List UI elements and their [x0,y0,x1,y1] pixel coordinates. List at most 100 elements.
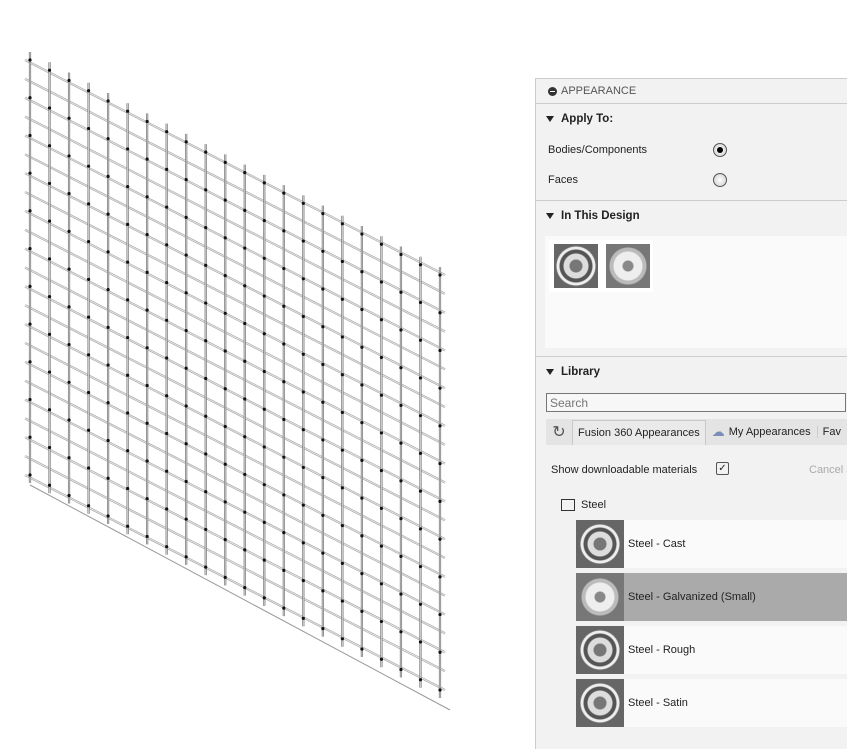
lattice-node [438,612,442,617]
lattice-node [47,445,52,450]
apply-to-section-header[interactable]: Apply To: [536,104,847,134]
lattice-node [438,386,442,390]
lattice-node [28,58,32,62]
lattice-node [301,579,305,583]
library-item-label: Steel - Satin [628,697,688,709]
lattice-node [28,209,32,213]
library-item[interactable]: Steel - Rough [576,626,847,674]
lattice-node [301,314,305,319]
lattice-node [204,414,208,418]
lattice-node [262,218,266,223]
lattice-node [126,411,130,415]
3d-viewport-lattice[interactable] [0,0,530,741]
library-search-input[interactable] [546,393,846,412]
collapse-icon[interactable] [548,86,557,96]
cancel-all-link[interactable]: Cancel a [809,464,847,476]
lattice-node [399,252,403,257]
lattice-node [360,571,364,576]
lattice-node [47,68,52,72]
lattice-node [184,479,188,484]
panel-header[interactable]: APPEARANCE [536,79,847,104]
lattice-node [321,589,325,593]
lattice-node [321,626,325,631]
lattice-node [165,167,169,171]
lattice-node [145,459,149,463]
lattice-node [340,259,344,264]
show-downloadable-checkbox[interactable]: ✓ [716,462,729,475]
lattice-node [243,284,247,288]
lattice-node [126,449,130,453]
lattice-node [360,270,364,274]
lattice-node [86,277,91,281]
lattice-node [28,171,32,175]
lattice-node [399,366,403,370]
lattice-node [106,438,110,443]
refresh-icon[interactable]: ↻ [546,422,572,442]
lattice-node [184,555,188,559]
lattice-node [67,342,71,347]
lattice-node [204,452,208,456]
lattice-node [321,513,325,517]
lattice-node [379,318,384,322]
lattice-node [106,99,110,103]
lattice-node [321,400,325,404]
lattice-node [204,527,208,532]
lattice-node [262,369,266,374]
lattice-node [47,219,52,223]
lattice-node [340,297,344,301]
lattice-node [340,486,344,490]
lattice-node [204,150,208,154]
lattice-node [86,428,91,432]
lattice-node [106,476,110,480]
lattice-node [301,390,305,394]
lattice-node [243,397,247,401]
lattice-node [399,667,403,672]
lattice-node [106,287,110,292]
in-this-design-section-header[interactable]: In This Design [536,201,847,231]
folder-steel[interactable]: Steel [581,499,606,511]
lattice-node [418,338,423,342]
tab-my-appearances[interactable]: My Appearances [725,426,818,438]
lattice-node [438,650,442,654]
lattice-node [67,229,71,233]
library-item[interactable]: Steel - Galvanized (Small) [576,573,847,621]
swatch-dark-steel[interactable] [554,244,598,288]
lattice-node [360,647,364,651]
lattice-node [399,328,403,332]
lattice-node [379,544,384,548]
lattice-node [204,188,208,192]
lattice-node [47,106,52,110]
tab-fusion-360-appearances[interactable]: Fusion 360 Appearances [572,419,706,445]
faces-radio[interactable] [713,173,727,187]
lattice-node [47,144,52,148]
library-item[interactable]: Steel - Cast [576,520,847,568]
bodies-components-radio[interactable] [713,143,727,157]
lattice-node [301,616,305,620]
lattice-node [28,397,32,402]
lattice-node [379,469,384,473]
lattice-node [67,78,71,83]
lattice-node [184,404,188,408]
lattice-node [165,469,169,473]
lattice-node [204,376,208,381]
tab-favorites[interactable]: Fav [818,426,841,438]
lattice-node [282,606,286,610]
library-section-header[interactable]: Library [536,357,847,387]
swatch-galvanized-steel[interactable] [606,244,650,288]
lattice-node [86,126,91,131]
lattice-node [86,315,91,319]
lattice-node [360,345,364,349]
lattice-node [106,212,110,216]
lattice-node [47,181,52,186]
lattice-node [165,507,169,511]
lattice-node [379,280,384,284]
lattice-node [340,637,344,641]
lattice-node [282,304,286,308]
lattice-node [86,504,91,508]
lattice-node [282,380,286,384]
lattice-node [321,249,325,253]
lattice-node [126,222,130,226]
lattice-node [106,363,110,367]
lattice-node [262,596,266,600]
library-item[interactable]: Steel - Satin [576,679,847,727]
